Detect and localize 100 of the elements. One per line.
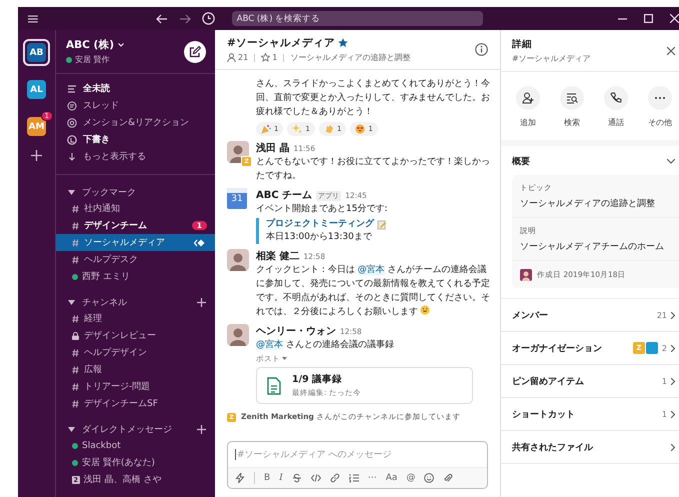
mention-link[interactable]: @宮本 [256,340,283,350]
lines-icon [67,84,77,94]
menu-icon[interactable] [28,14,38,22]
details-row[interactable]: メンバー 21 [501,299,679,332]
sidebar-item[interactable]: ヘルプデザイン [56,344,215,361]
paperclip-icon[interactable] [443,473,454,483]
section-title[interactable]: チャンネル [82,296,190,308]
chevron-icon [671,344,675,352]
sidebar-item[interactable]: ヘルプデスク [56,251,215,268]
author-name[interactable]: ABC チーム [256,188,312,202]
format-button[interactable]: Aa [386,473,398,483]
author-name[interactable]: ヘンリー・ウォン [256,324,336,338]
user-status: 安居 賢作 [66,54,124,65]
sidebar-item[interactable]: 西野 エミリ [56,268,215,285]
chevron-down-icon[interactable] [118,43,124,47]
caret-icon[interactable] [68,190,75,194]
member-count[interactable]: 21 [238,53,248,62]
channel-name: Slackbot [82,440,122,450]
lightning-icon[interactable] [235,473,245,483]
hash-icon [72,400,79,408]
pin-count[interactable]: 1 [272,53,278,62]
details-row[interactable]: 共有されたファイル [501,431,679,464]
italic-button[interactable]: I [279,473,283,483]
format-button[interactable]: B [264,473,270,483]
chevron-icon [671,410,675,418]
sidebar-item[interactable]: 社内通知 [56,200,215,217]
sidebar-item[interactable]: Slackbot [56,437,215,454]
maximize-icon[interactable] [644,14,653,23]
sidebar-item[interactable]: 広報 [56,361,215,378]
workspace-button[interactable]: AB [23,39,50,66]
message-text: @宮本 さんとの連絡会議の議事録 [256,338,395,352]
code-icon[interactable] [310,473,321,483]
draft-icon [67,134,77,144]
sidebar-item[interactable]: トリアージ-問題 [56,378,215,395]
sidebar-item[interactable]: ソーシャルメディア [56,234,215,251]
search-field[interactable]: ABC (株) を検索する [232,11,483,26]
chevron-icon [671,312,675,318]
caret-icon[interactable] [68,300,75,304]
channel-name: トリアージ-問題 [84,380,152,393]
search-icon [566,92,578,104]
format-button[interactable]: ⋯ [368,473,377,483]
event-link[interactable]: プロジェクトミーティング [266,218,374,231]
channel-title[interactable]: #ソーシャルメディア [227,36,335,50]
sidebar-item[interactable]: デザインチームSF [56,395,215,412]
channel-name: 広報 [84,364,103,376]
strikethrough-icon[interactable] [292,473,302,483]
back-arrow-icon[interactable] [156,14,168,24]
format-button[interactable]: @ [406,473,416,483]
info-icon[interactable] [475,43,488,56]
avatar[interactable] [227,324,249,346]
sidebar-item[interactable]: メンション&リアクション [56,114,215,131]
author-name[interactable]: 浅田 晶 [256,141,290,155]
memo-icon [377,220,387,230]
channel-name: デザインレビュー [84,330,157,342]
sidebar-item[interactable]: 下書き [56,131,215,148]
channel-name: 社内通知 [84,202,121,215]
smiley-icon[interactable] [424,473,434,483]
author-name[interactable]: 相楽 健二 [256,249,300,263]
link-icon[interactable] [330,473,340,483]
workspace-name[interactable]: ABC (株) [66,38,114,52]
caret-icon[interactable] [68,426,75,432]
sidebar-item[interactable]: 経理 [56,310,215,327]
channel-name: 安居 賢作(あなた) [82,456,156,469]
mention-link[interactable]: @宮本 [358,265,385,275]
avatar[interactable] [227,141,249,163]
section-title[interactable]: ダイレクトメッセージ [82,422,190,436]
hash-icon [72,222,79,230]
add-icon[interactable] [197,424,206,434]
chevron-icon[interactable] [667,159,675,164]
minimize-icon[interactable] [618,18,627,20]
details-row[interactable]: ショートカット 1 [501,398,679,431]
calendar-icon: 31 [227,188,247,209]
at-sign-icon [67,118,77,128]
section-title[interactable]: 概要 [512,155,530,168]
details-row[interactable]: ピン留めアイテム 1 [501,365,679,398]
sidebar-item[interactable]: もっと表示する [56,148,215,165]
add-icon[interactable] [197,298,206,306]
history-clock-icon[interactable] [202,12,215,25]
sidebar-item[interactable]: 安居 賢作(あなた) [56,454,215,471]
hash-icon [72,314,79,322]
compose-button[interactable] [184,40,206,62]
sidebar-item[interactable]: デザインレビュー [56,327,215,344]
party-popper-icon [261,124,271,134]
channel-name: 西野 エミリ [82,270,131,283]
add-person-icon [522,92,534,104]
add-icon[interactable] [31,150,42,161]
message-composer[interactable]: #ソーシャルメディア へのメッセージ B I ⋯ Aa @ [227,441,488,489]
heart-eyes-face-icon [355,124,366,134]
star-icon[interactable] [338,38,348,48]
list-icon[interactable] [348,473,359,483]
avatar[interactable] [227,249,249,271]
panel-title: 詳細 [512,38,533,51]
close-icon[interactable] [667,47,675,55]
sidebar-item[interactable]: スレッド [56,97,215,114]
forward-arrow-icon[interactable] [178,14,191,24]
sidebar-item[interactable]: 全未読 [56,80,215,97]
message-text: とんでもないです！お役に立ててよかったです！楽しかったですね。 [256,156,490,183]
hash-icon [72,348,79,356]
lock-icon [72,332,79,340]
section-title[interactable]: ブックマーク [82,186,206,198]
